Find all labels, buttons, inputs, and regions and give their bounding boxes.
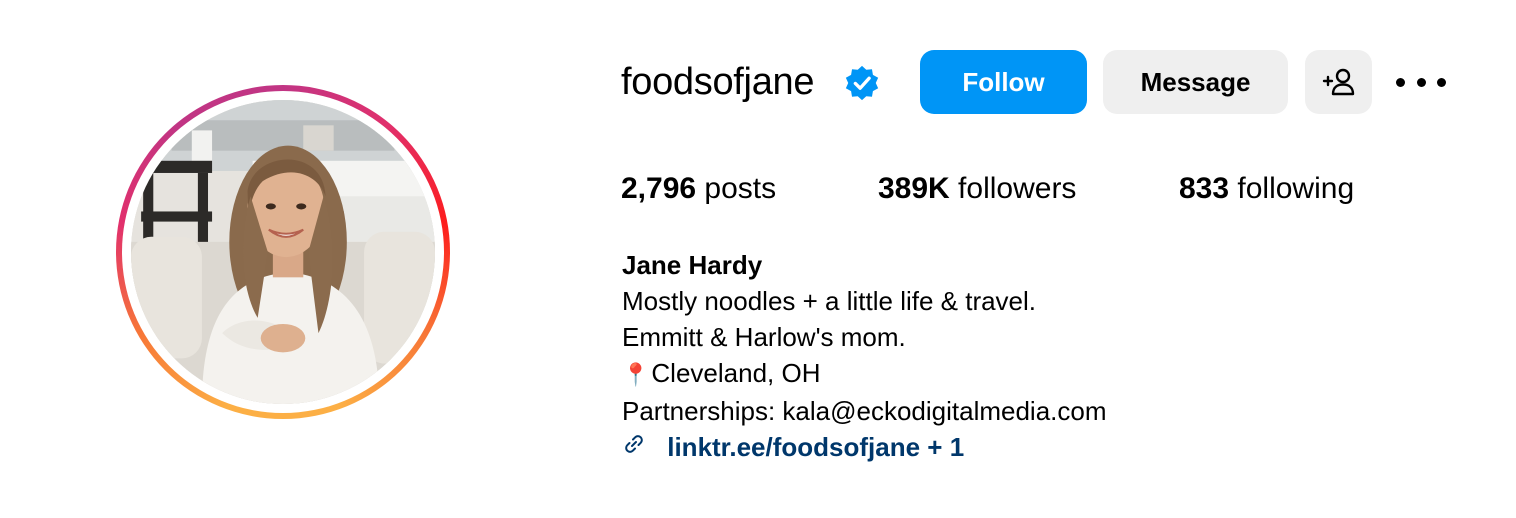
bio-link[interactable]: linktr.ee/foodsofjane + 1 xyxy=(622,429,1107,465)
more-dots-icon xyxy=(1437,77,1446,87)
followers-label: followers xyxy=(949,172,1077,205)
add-user-button[interactable] xyxy=(1305,50,1372,114)
followers-stat[interactable]: 389K followers xyxy=(878,170,1076,208)
followers-count: 389K xyxy=(878,172,950,205)
posts-label: posts xyxy=(696,172,777,205)
add-person-icon xyxy=(1322,68,1354,96)
following-count: 833 xyxy=(1179,172,1230,205)
follow-button[interactable]: Follow xyxy=(920,50,1087,114)
bio-line: Partnerships: kala@eckodigitalmedia.com xyxy=(622,396,1107,426)
more-dots-icon xyxy=(1416,77,1426,87)
link-chain-icon xyxy=(625,435,643,453)
message-button[interactable]: Message xyxy=(1103,50,1288,114)
bio-line: Emmitt & Harlow's mom. xyxy=(622,322,906,352)
avatar-gap xyxy=(122,91,444,413)
more-dots-icon xyxy=(1396,77,1405,87)
posts-count: 2,796 xyxy=(621,172,697,205)
full-name: Jane Hardy xyxy=(622,250,763,280)
bio: Jane Hardy Mostly noodles + a little lif… xyxy=(622,247,1107,465)
verified-badge-icon xyxy=(845,65,879,101)
avatar-photo-illustration xyxy=(131,100,435,404)
location-pin-icon: 📍 xyxy=(622,362,650,387)
bio-line: Mostly noodles + a little life & travel. xyxy=(622,286,1037,316)
story-ring[interactable] xyxy=(116,85,450,419)
bio-location: Cleveland, OH xyxy=(651,358,821,388)
username: foodsofjane xyxy=(621,61,815,103)
more-options-button[interactable] xyxy=(1396,66,1446,98)
avatar[interactable] xyxy=(131,100,435,404)
bio-location-line: 📍Cleveland, OH xyxy=(622,355,1107,393)
following-stat[interactable]: 833 following xyxy=(1179,170,1354,208)
posts-stat: 2,796 posts xyxy=(621,170,776,208)
bio-link-text[interactable]: linktr.ee/foodsofjane + 1 xyxy=(667,432,964,462)
following-label: following xyxy=(1229,172,1355,205)
